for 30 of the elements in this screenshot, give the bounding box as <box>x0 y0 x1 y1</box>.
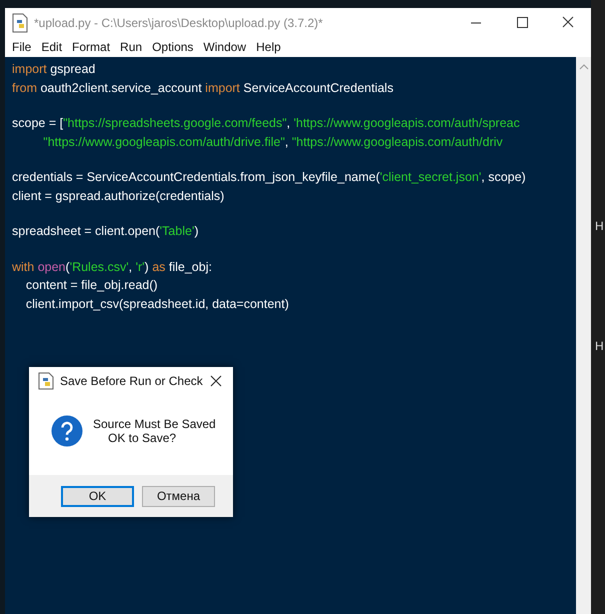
code-line: credentials = ServiceAccountCredentials.from_json_keyfile_name('client_secret.json', scope) <box>12 169 526 186</box>
menu-item[interactable]: Window <box>198 40 252 54</box>
code-line: with open('Rules.csv', 'r') as file_obj: <box>12 258 212 276</box>
dialog-message: Source Must Be Saved <box>93 417 216 431</box>
background-text: H <box>595 219 604 233</box>
dialog-message: OK to Save? <box>107 431 178 445</box>
menu-item[interactable]: Help <box>251 40 286 54</box>
menu-item[interactable]: Edit <box>36 40 68 54</box>
ok-button[interactable]: OK <box>61 486 134 506</box>
scrollbar[interactable] <box>576 57 591 614</box>
code-line: from oauth2client.service_account import ServiceAccountCredentials <box>12 80 394 97</box>
python-file-icon <box>11 12 29 32</box>
menu-item[interactable]: Run <box>115 40 148 54</box>
menu-item[interactable]: Format <box>67 40 116 54</box>
background-text: H <box>595 339 604 353</box>
python-file-icon <box>37 372 55 390</box>
code-line: import gspread <box>12 61 96 78</box>
window-title: *upload.py - C:\Users\jaros\Desktop\upload.py (3.7.2)* <box>34 16 323 30</box>
code-line: content = file_obj.read() <box>24 277 158 294</box>
code-line: spreadsheet = client.open('Table') <box>12 223 198 240</box>
question-icon <box>51 415 83 447</box>
code-line: client = gspread.authorize(credentials) <box>12 188 224 205</box>
code-line: client.import_csv(spreadsheet.id, data=content) <box>24 296 289 313</box>
code-line: scope = ["https://spreadsheets.google.com/feeds", 'https://www.googleapis.com/auth/spreac <box>12 115 520 132</box>
menu-item[interactable]: File <box>7 40 36 54</box>
dialog-title: Save Before Run or Check <box>60 374 203 388</box>
cancel-button[interactable]: Отмена <box>142 486 215 506</box>
code-line: "https://www.googleapis.com/auth/drive.file", "https://www.googleapis.com/auth/driv <box>42 134 503 151</box>
close-button[interactable] <box>209 374 223 388</box>
menu-item[interactable]: Options <box>147 40 198 54</box>
